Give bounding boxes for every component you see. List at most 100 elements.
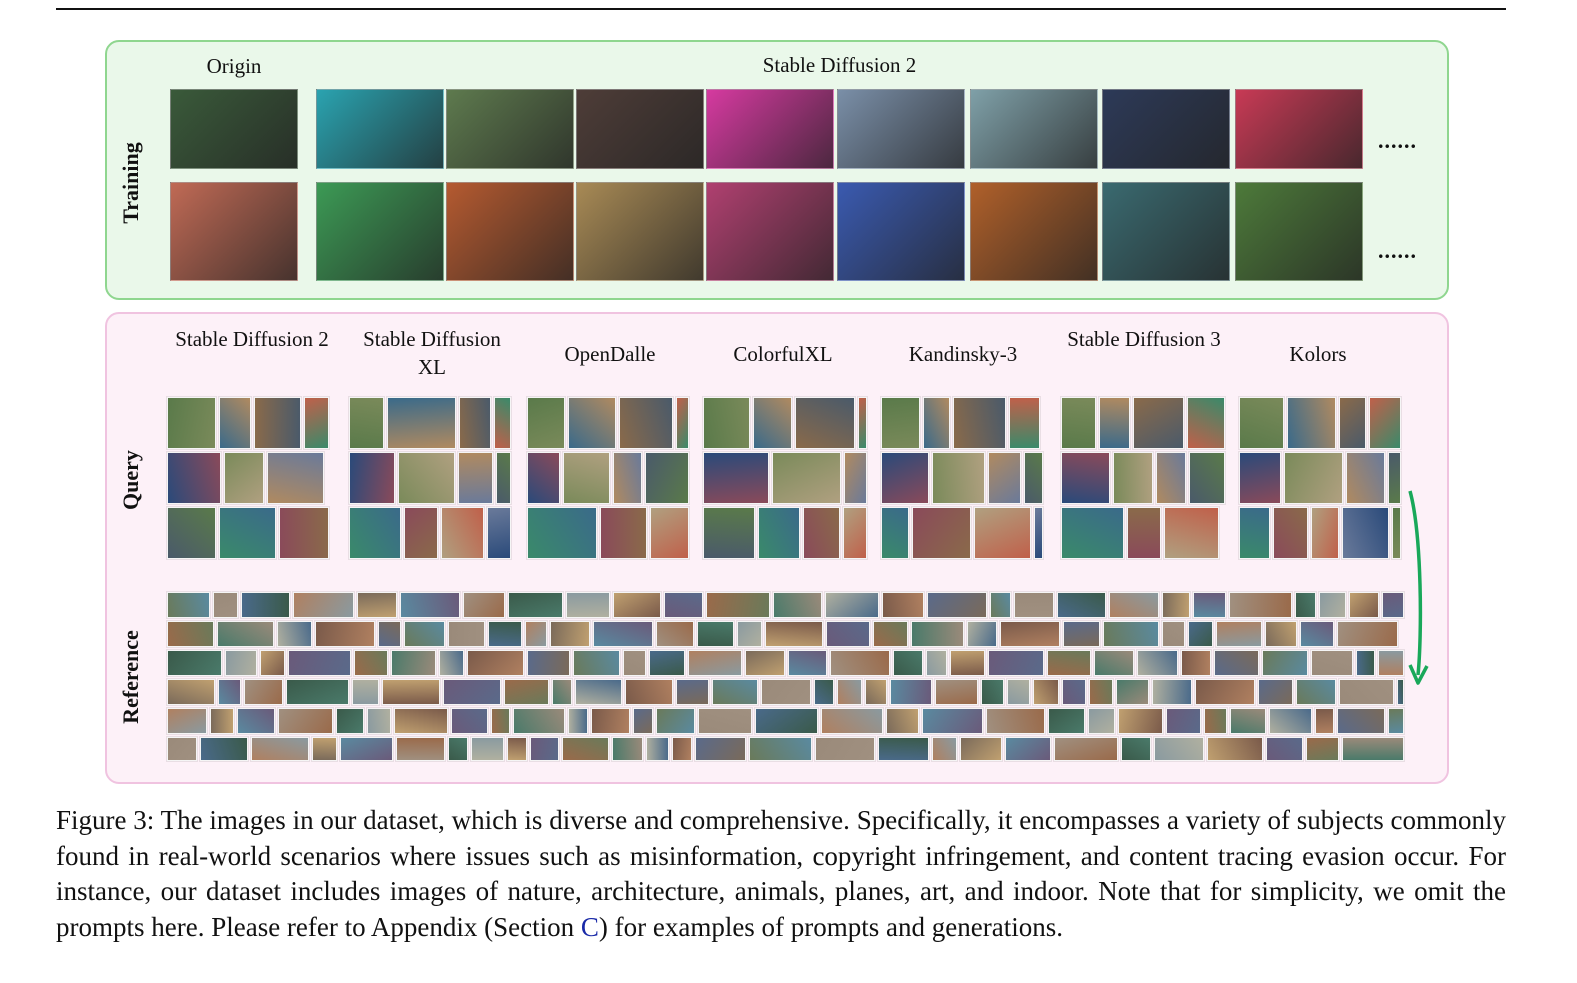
reference-image — [336, 708, 364, 734]
reference-image — [439, 650, 464, 676]
reference-image — [950, 650, 985, 676]
query-image — [458, 452, 493, 504]
reference-image — [396, 737, 445, 761]
training-image — [837, 89, 965, 169]
reference-image — [676, 679, 709, 705]
reference-image — [612, 737, 643, 761]
reference-image — [1266, 737, 1303, 761]
reference-image — [878, 737, 929, 761]
training-image — [446, 182, 574, 281]
reference-image — [286, 679, 349, 705]
reference-image — [737, 621, 762, 647]
query-image — [881, 507, 909, 559]
reference-image — [712, 679, 758, 705]
reference-image — [1311, 650, 1353, 676]
reference-image — [749, 737, 812, 761]
reference-image — [1047, 650, 1091, 676]
reference-image — [1269, 708, 1312, 734]
query-image — [459, 397, 491, 449]
reference-image — [1121, 737, 1151, 761]
query-image — [703, 452, 769, 504]
reference-image — [761, 679, 811, 705]
reference-image — [575, 679, 622, 705]
query-image — [645, 452, 689, 504]
reference-image — [1048, 708, 1085, 734]
reference-image — [1152, 679, 1192, 705]
reference-image — [1349, 592, 1379, 618]
reference-image — [623, 650, 646, 676]
reference-image — [926, 650, 947, 676]
reference-image — [922, 708, 983, 734]
reference-image — [1116, 679, 1149, 705]
query-image — [676, 397, 689, 449]
reference-image — [967, 621, 997, 647]
query-image — [1239, 507, 1270, 559]
reference-image — [613, 592, 661, 618]
query-image — [772, 452, 841, 504]
query-image — [279, 507, 329, 559]
query-image — [267, 452, 324, 504]
reference-image — [755, 708, 818, 734]
query-image — [167, 397, 216, 449]
reference-image — [167, 708, 207, 734]
query-image — [1156, 452, 1186, 504]
reference-image — [649, 650, 685, 676]
reference-image — [277, 621, 312, 647]
query-image — [1099, 397, 1130, 449]
reference-image — [367, 708, 391, 734]
query-image — [527, 507, 597, 559]
reference-image — [471, 737, 504, 761]
reference-image — [1337, 621, 1398, 647]
reference-image — [378, 621, 401, 647]
query-image — [1164, 507, 1219, 559]
reference-image — [382, 679, 440, 705]
query-image — [527, 397, 565, 449]
reference-image — [1342, 737, 1404, 761]
query-image — [753, 397, 792, 449]
reference-image — [566, 592, 610, 618]
query-image — [1061, 397, 1096, 449]
query-image — [1273, 507, 1308, 559]
reference-image — [826, 621, 870, 647]
reference-image — [1000, 621, 1060, 647]
reference-image — [312, 737, 337, 761]
reference-image — [1088, 708, 1115, 734]
reference-image — [886, 708, 919, 734]
reference-image — [1005, 737, 1051, 761]
query-image — [568, 397, 616, 449]
reference-image — [1007, 679, 1030, 705]
reference-image — [1216, 621, 1262, 647]
reference-image — [745, 650, 785, 676]
reference-image — [1193, 592, 1226, 618]
query-image — [219, 507, 276, 559]
reference-image — [513, 708, 565, 734]
model-label-sd2: Stable Diffusion 2 — [175, 327, 329, 351]
query-image — [254, 397, 301, 449]
query-image — [600, 507, 647, 559]
appendix-link[interactable]: C — [581, 912, 599, 942]
query-image — [1061, 507, 1124, 559]
query-image — [974, 507, 1031, 559]
reference-image — [507, 737, 527, 761]
training-image — [1235, 89, 1363, 169]
training-image — [837, 182, 965, 281]
reference-image — [354, 650, 388, 676]
reference-image — [593, 621, 653, 647]
reference-image — [873, 621, 908, 647]
query-image — [167, 452, 221, 504]
reference-image — [882, 592, 924, 618]
reference-image — [932, 737, 957, 761]
training-image — [446, 89, 574, 169]
training-image — [1102, 89, 1230, 169]
reference-image — [981, 679, 1004, 705]
query-image — [881, 397, 920, 449]
reference-image — [1337, 708, 1385, 734]
training-row-1-ellipsis: ...... — [1378, 128, 1417, 153]
reference-image — [1181, 650, 1211, 676]
reference-image — [1162, 592, 1190, 618]
query-image — [843, 507, 867, 559]
reference-image — [821, 708, 883, 734]
reference-image — [213, 592, 238, 618]
training-image — [576, 89, 704, 169]
query-image — [988, 452, 1021, 504]
